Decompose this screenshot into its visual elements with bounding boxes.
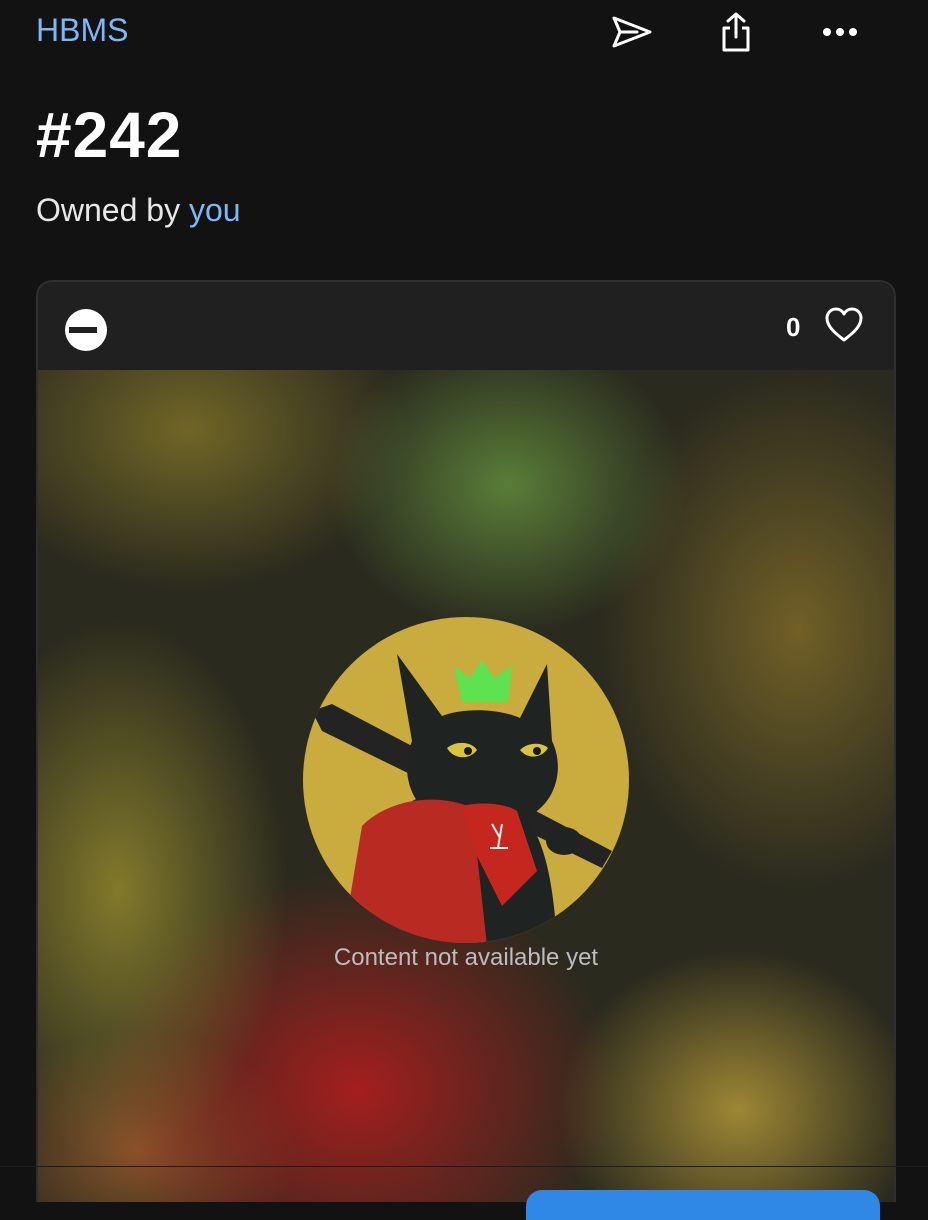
- top-bar: HBMS: [0, 0, 928, 70]
- content-status-text: Content not available yet: [333, 944, 599, 971]
- token-title: #242: [36, 99, 183, 171]
- owned-by-label: Owned by: [36, 192, 181, 228]
- chain-badge-icon: [65, 309, 107, 351]
- collection-link[interactable]: HBMS: [36, 12, 128, 49]
- bottom-divider: [0, 1166, 928, 1167]
- primary-action-button[interactable]: [526, 1190, 880, 1220]
- owner-link[interactable]: you: [189, 192, 241, 228]
- share-icon[interactable]: [714, 10, 758, 54]
- token-media: Content not available yet: [38, 370, 894, 1202]
- card-header: 0: [38, 282, 894, 370]
- send-icon[interactable]: [610, 10, 654, 54]
- token-card: 0 Content not available yet: [36, 280, 896, 1202]
- more-icon[interactable]: [818, 10, 862, 54]
- owner-line: Owned by you: [36, 192, 241, 229]
- cat-artwork-image: [303, 617, 629, 943]
- heart-icon[interactable]: [824, 306, 864, 346]
- like-count: 0: [786, 312, 801, 342]
